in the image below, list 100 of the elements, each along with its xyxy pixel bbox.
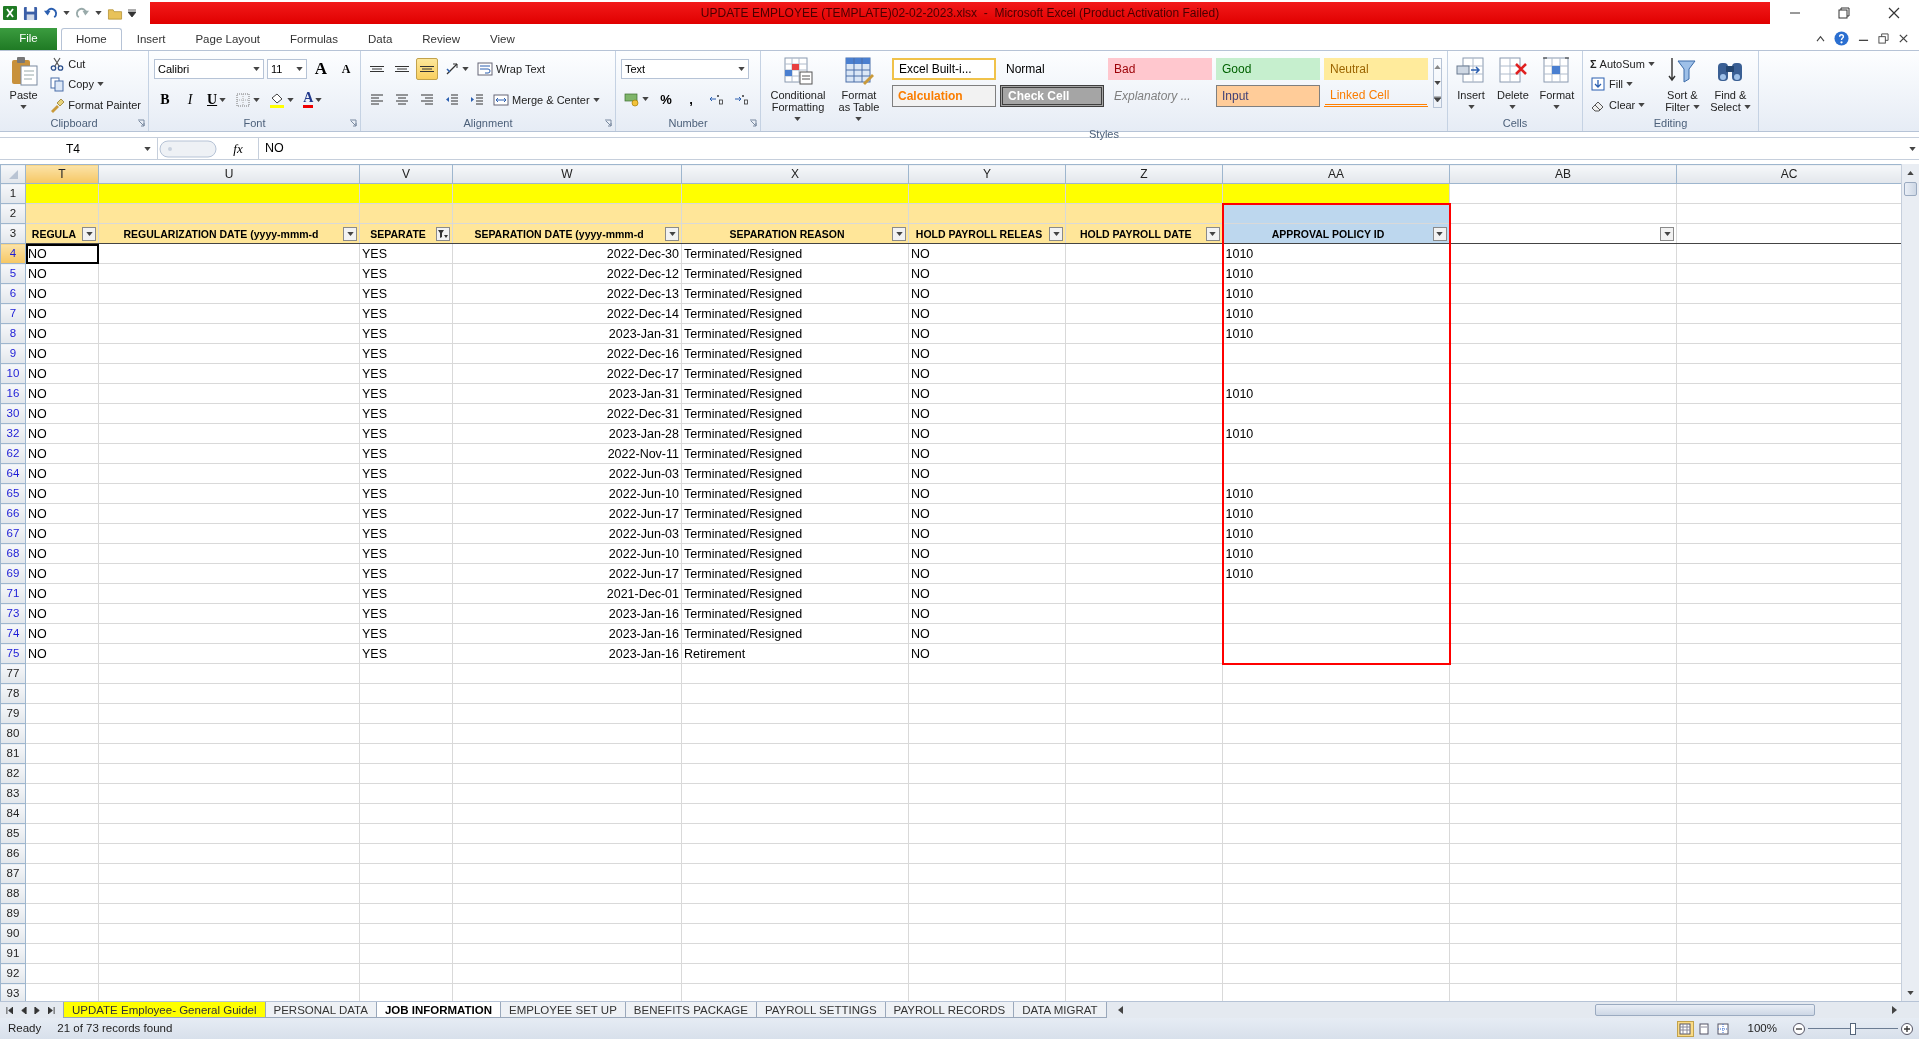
grow-font-button[interactable]: A bbox=[310, 58, 332, 81]
row-header[interactable]: 6 bbox=[0, 283, 26, 304]
row-header[interactable]: 10 bbox=[0, 363, 26, 384]
ribbon-button[interactable]: Insert bbox=[1453, 54, 1489, 115]
row-header[interactable]: 87 bbox=[0, 863, 26, 884]
column-header[interactable]: X bbox=[681, 164, 909, 184]
ribbon-button[interactable]: Cut bbox=[47, 54, 88, 75]
launcher-icon[interactable] bbox=[604, 119, 612, 127]
column-header[interactable]: AA bbox=[1222, 164, 1450, 184]
filter-button[interactable] bbox=[665, 226, 679, 241]
filter-button[interactable] bbox=[436, 226, 450, 241]
row-header[interactable]: 8 bbox=[0, 323, 26, 344]
collapse-ribbon-icon[interactable] bbox=[1816, 34, 1825, 42]
underline-button[interactable]: U bbox=[204, 88, 230, 111]
ribbon-button[interactable]: Conditional Formatting bbox=[766, 54, 830, 126]
row-header[interactable]: 65 bbox=[0, 483, 26, 504]
filter-button[interactable] bbox=[1660, 226, 1674, 241]
first-sheet-icon[interactable] bbox=[6, 1006, 13, 1014]
row-header[interactable]: 84 bbox=[0, 803, 26, 824]
sheet-tab[interactable]: PAYROLL RECORDS bbox=[884, 1002, 1015, 1018]
bold-button[interactable]: B bbox=[154, 88, 176, 111]
filter-button[interactable] bbox=[1049, 226, 1063, 241]
font-name-field[interactable]: Calibri bbox=[154, 59, 264, 80]
font-size-field[interactable]: 11 bbox=[267, 59, 307, 80]
scroll-right-icon[interactable] bbox=[1892, 1006, 1897, 1014]
close-icon[interactable] bbox=[1898, 32, 1909, 44]
filter-button[interactable] bbox=[1432, 226, 1447, 241]
row-header[interactable]: 7 bbox=[0, 303, 26, 324]
cell-style-option[interactable]: Normal bbox=[1000, 58, 1104, 80]
spreadsheet-logo-icon[interactable] bbox=[2, 5, 18, 21]
ribbon-tab[interactable]: Page Layout bbox=[180, 28, 276, 50]
ribbon-button[interactable]: Paste bbox=[5, 54, 43, 115]
column-header[interactable]: Z bbox=[1065, 164, 1223, 184]
filter-button[interactable] bbox=[1205, 226, 1220, 241]
ribbon-tab[interactable]: Data bbox=[353, 28, 408, 50]
row-header[interactable]: 3 bbox=[0, 223, 26, 244]
ribbon-button[interactable]: , bbox=[680, 88, 702, 111]
launcher-icon[interactable] bbox=[349, 119, 357, 127]
ribbon-button[interactable]: Sort & Filter bbox=[1661, 54, 1703, 115]
save-icon[interactable] bbox=[23, 5, 38, 21]
sheet-tab[interactable]: JOB INFORMATION bbox=[375, 1002, 501, 1018]
ribbon-button[interactable]: Copy bbox=[47, 74, 106, 95]
row-header[interactable]: 16 bbox=[0, 383, 26, 404]
row-header[interactable]: 91 bbox=[0, 943, 26, 964]
toolbar-button[interactable] bbox=[416, 58, 438, 81]
row-header[interactable]: 68 bbox=[0, 543, 26, 564]
ribbon-button[interactable]: Σ AutoSum bbox=[1588, 54, 1657, 75]
row-header[interactable]: 74 bbox=[0, 623, 26, 644]
italic-button[interactable]: I bbox=[179, 88, 201, 111]
row-header[interactable]: 83 bbox=[0, 783, 26, 804]
cell-style-option[interactable]: Input bbox=[1216, 85, 1320, 107]
row-header[interactable]: 1 bbox=[0, 183, 26, 204]
row-header[interactable]: 77 bbox=[0, 663, 26, 684]
scroll-thumb[interactable] bbox=[1594, 1004, 1815, 1016]
ribbon-tab[interactable]: View bbox=[475, 28, 530, 50]
ribbon-button[interactable]: % bbox=[655, 88, 677, 111]
row-header[interactable]: 4 bbox=[0, 243, 26, 264]
insert-function-button[interactable]: fx bbox=[218, 138, 258, 159]
view-button[interactable] bbox=[1676, 1020, 1694, 1037]
row-header[interactable]: 2 bbox=[0, 203, 26, 224]
filter-button[interactable] bbox=[892, 226, 906, 241]
cell-style-option[interactable]: Excel Built-i... bbox=[892, 58, 996, 80]
row-header[interactable]: 9 bbox=[0, 343, 26, 364]
ribbon-button[interactable]: Delete bbox=[1494, 54, 1532, 115]
cell-style-option[interactable]: Bad bbox=[1108, 58, 1212, 80]
name-box[interactable]: T4 bbox=[0, 138, 158, 159]
ribbon-button[interactable]: Merge & Center bbox=[491, 89, 602, 110]
next-sheet-icon[interactable] bbox=[34, 1006, 41, 1014]
row-header[interactable]: 73 bbox=[0, 603, 26, 624]
row-header[interactable]: 90 bbox=[0, 923, 26, 944]
column-header[interactable]: Y bbox=[908, 164, 1066, 184]
row-header[interactable]: 89 bbox=[0, 903, 26, 924]
file-tab[interactable]: File bbox=[0, 28, 57, 50]
font-color-button[interactable]: A bbox=[300, 88, 326, 111]
row-header[interactable]: 67 bbox=[0, 523, 26, 544]
row-header[interactable]: 32 bbox=[0, 423, 26, 444]
help-icon[interactable] bbox=[1834, 30, 1849, 46]
restore-icon[interactable] bbox=[1878, 32, 1889, 44]
column-header[interactable]: V bbox=[359, 164, 453, 184]
scroll-thumb[interactable] bbox=[1904, 182, 1917, 196]
row-header[interactable]: 86 bbox=[0, 843, 26, 864]
number-format-field[interactable]: Text bbox=[621, 58, 749, 79]
column-header[interactable]: W bbox=[452, 164, 682, 184]
ribbon-button[interactable]: Format bbox=[1536, 54, 1577, 115]
customize-icon[interactable] bbox=[128, 9, 136, 17]
row-header[interactable]: 5 bbox=[0, 263, 26, 284]
ribbon-button[interactable]: Format as Table bbox=[834, 54, 883, 126]
row-header[interactable]: 81 bbox=[0, 743, 26, 764]
row-header[interactable]: 88 bbox=[0, 883, 26, 904]
sheet-tab[interactable]: DATA MIGRAT bbox=[1013, 1002, 1107, 1018]
restore-icon[interactable] bbox=[1838, 7, 1851, 19]
undo-icon[interactable] bbox=[43, 5, 58, 21]
zoom-level[interactable]: 100% bbox=[1747, 1019, 1777, 1038]
row-header[interactable]: 64 bbox=[0, 463, 26, 484]
row-header[interactable]: 78 bbox=[0, 683, 26, 704]
cell-style-option[interactable]: Neutral bbox=[1324, 58, 1428, 80]
cell-style-option[interactable]: Good bbox=[1216, 58, 1320, 80]
row-header[interactable]: 66 bbox=[0, 503, 26, 524]
ribbon-tab[interactable]: Home bbox=[61, 28, 122, 50]
cell-style-option[interactable]: Explanatory ... bbox=[1108, 85, 1212, 107]
